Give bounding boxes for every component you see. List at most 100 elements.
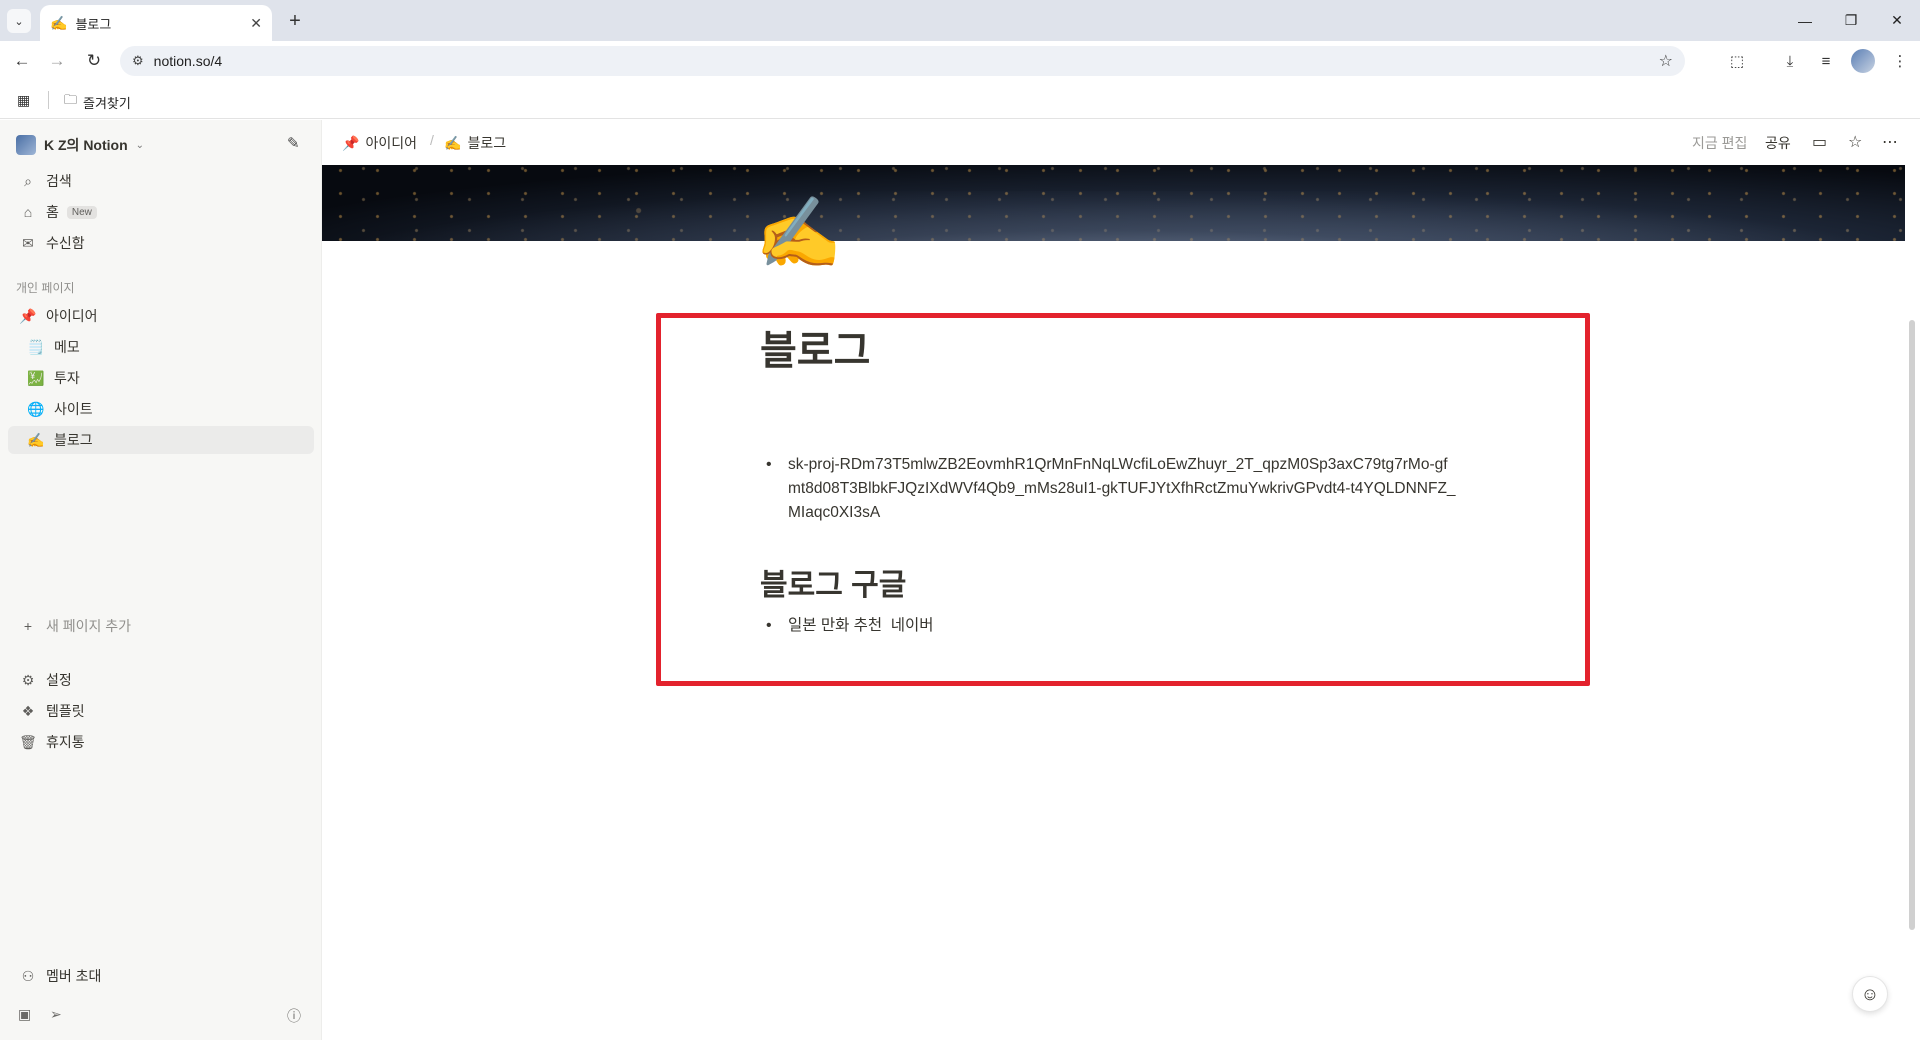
sidebar-page-site[interactable]: 🌐 사이트 — [8, 395, 314, 423]
sidebar-page-label: 투자 — [54, 370, 80, 386]
download-icon[interactable]: ⤓ — [1778, 49, 1802, 73]
media-control-icon[interactable]: ≡ — [1814, 49, 1838, 73]
sidebar-item-label: 홈 — [46, 204, 59, 220]
browser-tab-bar: ⌄ ✍️ 블로그 ✕ + — ❐ ✕ — [0, 0, 1920, 41]
breadcrumb-blog[interactable]: ✍️ 블로그 — [444, 133, 506, 153]
breadcrumb-ideas[interactable]: 📌 아이디어 — [342, 133, 417, 153]
search-icon: ⌕ — [24, 172, 32, 189]
notion-ai-button[interactable]: ☺ — [1852, 976, 1888, 1012]
sidebar-page-invest[interactable]: 💹 투자 — [8, 364, 314, 392]
folder-icon: 🗀 — [64, 92, 78, 107]
address-bar[interactable]: ⚙ notion.so/4 ☆ — [120, 46, 1685, 76]
sidebar-item-label: 설정 — [46, 672, 72, 688]
minimize-icon[interactable]: — — [1782, 0, 1828, 41]
sidebar-item-label: 휴지통 — [46, 734, 85, 750]
new-badge: New — [66, 205, 97, 219]
cover-city-lights — [322, 165, 1905, 241]
tab-close-icon[interactable]: ✕ — [250, 15, 262, 32]
share-button[interactable]: 공유 — [1765, 133, 1791, 153]
more-options-icon[interactable]: ⋯ — [1882, 132, 1898, 152]
writing-hand-icon: ✍️ — [27, 431, 45, 448]
browser-tab-active[interactable]: ✍️ 블로그 ✕ — [40, 5, 272, 41]
help-icon[interactable]: ⓘ — [287, 1006, 301, 1026]
plus-icon: + — [23, 618, 33, 634]
reload-icon[interactable]: ↻ — [82, 49, 106, 73]
section-label-private: 개인 페이지 — [16, 281, 75, 295]
writing-hand-icon: ✍️ — [444, 134, 462, 151]
bookmark-folder-label: 즐겨찾기 — [83, 95, 131, 111]
site-info-icon[interactable]: ⚙ — [132, 53, 144, 69]
bookmarks-bar: ▦ 🗀 즐겨찾기 — [0, 81, 1920, 119]
invite-members-button[interactable]: ⚇ 멤버 초대 — [8, 962, 314, 990]
back-icon[interactable]: ← — [10, 49, 34, 73]
breadcrumb-label: 아이디어 — [365, 135, 417, 151]
sidebar-page-label: 사이트 — [54, 401, 93, 417]
breadcrumb-label: 블로그 — [467, 135, 507, 151]
edited-status: 지금 편집 — [1692, 135, 1748, 151]
add-page-label: 새 페이지 추가 — [46, 618, 132, 634]
page-icon-writing-hand[interactable]: ✍️ — [755, 198, 842, 268]
notepad-icon: 🗒️ — [27, 338, 45, 355]
url-text: notion.so/4 — [153, 53, 223, 69]
new-tab-icon[interactable]: + — [283, 9, 307, 33]
sidebar-page-blog[interactable]: ✍️ 블로그 — [8, 426, 314, 454]
highlight-annotation-box — [656, 313, 1590, 686]
tab-favicon: ✍️ — [50, 14, 68, 31]
sidebar-item-home[interactable]: ⌂ 홈 New — [8, 198, 314, 226]
send-icon[interactable]: ➢ — [50, 1006, 62, 1023]
bookmark-folder[interactable]: 🗀 즐겨찾기 — [64, 91, 131, 113]
restore-icon[interactable]: ❐ — [1828, 0, 1874, 41]
sidebar: K Z의 Notion ⌄ ✎ ⌕ 검색 ⌂ 홈 New ✉ 수신함 개인 페이… — [0, 120, 322, 1040]
home-icon: ⌂ — [23, 204, 33, 220]
comment-icon[interactable]: ▭ — [1812, 132, 1827, 152]
page-topbar: 📌 아이디어 / ✍️ 블로그 지금 편집 공유 ▭ ☆ ⋯ — [322, 120, 1920, 165]
bookmark-divider — [48, 91, 49, 109]
ai-face-icon: ☺ — [1860, 983, 1880, 1004]
sidebar-item-label: 템플릿 — [46, 703, 85, 719]
chevron-down-icon: ⌄ — [135, 139, 145, 151]
globe-icon: 🌐 — [27, 400, 45, 417]
sidebar-page-ideas[interactable]: 📌 아이디어 — [8, 302, 314, 330]
invite-label: 멤버 초대 — [46, 968, 102, 984]
calendar-icon[interactable]: ▣ — [18, 1006, 31, 1023]
tab-list-chevron-icon[interactable]: ⌄ — [7, 9, 31, 33]
extensions-icon[interactable]: ⬚ — [1725, 49, 1749, 73]
page-cover-image[interactable] — [322, 165, 1905, 241]
settings-icon: ⚙ — [21, 671, 35, 688]
inbox-icon: ✉ — [22, 234, 34, 251]
chart-icon: 💹 — [27, 369, 45, 386]
pushpin-icon: 📌 — [342, 134, 360, 151]
trash-icon: 🗑 — [19, 733, 37, 750]
sidebar-item-settings[interactable]: ⚙ 설정 — [8, 666, 314, 694]
add-page-button[interactable]: + 새 페이지 추가 — [8, 612, 314, 640]
favorite-star-icon[interactable]: ☆ — [1848, 132, 1862, 152]
sidebar-item-label: 검색 — [46, 173, 72, 189]
breadcrumb-separator: / — [430, 132, 434, 148]
page-scrollbar[interactable] — [1906, 165, 1920, 1040]
forward-icon[interactable]: → — [45, 49, 69, 73]
workspace-name: K Z의 Notion — [44, 137, 128, 153]
sidebar-page-memo[interactable]: 🗒️ 메모 — [8, 333, 314, 361]
sidebar-page-label: 아이디어 — [46, 308, 98, 324]
window-close-icon[interactable]: ✕ — [1874, 0, 1920, 41]
person-add-icon: ⚇ — [21, 967, 35, 984]
tab-title: 블로그 — [75, 16, 112, 32]
template-icon: ❖ — [21, 702, 35, 719]
pushpin-icon: 📌 — [19, 307, 37, 324]
sidebar-page-label: 블로그 — [54, 432, 93, 448]
apps-grid-icon[interactable]: ▦ — [17, 92, 30, 109]
sidebar-item-label: 수신함 — [46, 235, 85, 251]
sidebar-item-search[interactable]: ⌕ 검색 — [8, 167, 314, 195]
workspace-switcher[interactable]: K Z의 Notion ⌄ — [16, 132, 144, 158]
profile-avatar[interactable] — [1851, 49, 1875, 73]
bookmark-star-icon[interactable]: ☆ — [1659, 51, 1673, 71]
sidebar-item-templates[interactable]: ❖ 템플릿 — [8, 697, 314, 725]
sidebar-item-trash[interactable]: 🗑 휴지통 — [8, 728, 314, 756]
sidebar-item-inbox[interactable]: ✉ 수신함 — [8, 229, 314, 257]
browser-menu-icon[interactable]: ⋮ — [1888, 49, 1912, 73]
scrollbar-thumb[interactable] — [1909, 320, 1915, 930]
new-page-compose-icon[interactable]: ✎ — [287, 134, 300, 152]
workspace-avatar — [16, 135, 36, 155]
sidebar-page-label: 메모 — [54, 339, 80, 355]
browser-toolbar: ← → ↻ ⚙ notion.so/4 ☆ ⬚ ⤓ ≡ ⋮ — [0, 41, 1920, 81]
